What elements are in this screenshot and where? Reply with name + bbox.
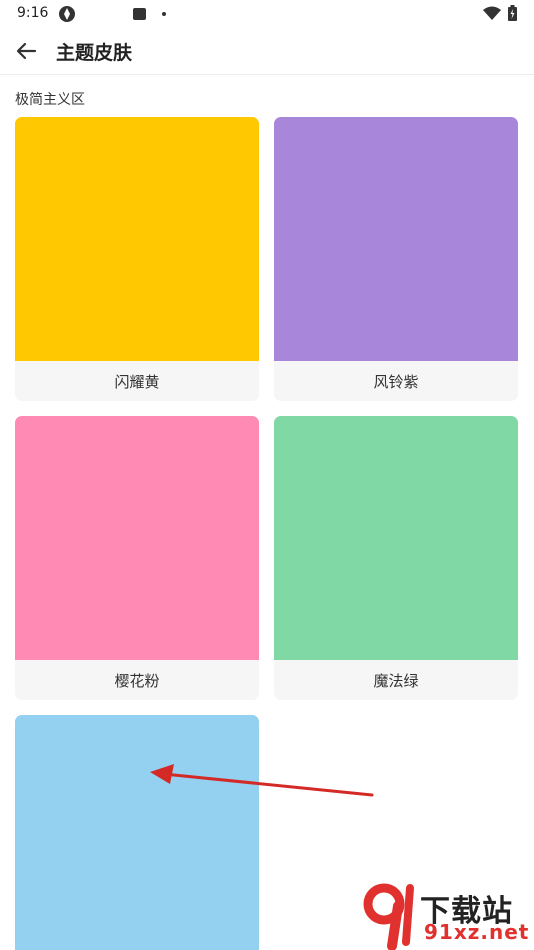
watermark-91-icon <box>363 883 414 950</box>
notification-icon <box>133 8 146 20</box>
watermark-logo: 下载站 91xz.net <box>362 880 534 950</box>
wifi-icon <box>483 6 501 20</box>
theme-card-purple[interactable]: 风铃紫 <box>274 117 518 401</box>
watermark-url: 91xz.net <box>424 920 530 944</box>
page-title: 主题皮肤 <box>56 42 133 64</box>
theme-card-blue[interactable] <box>15 715 259 950</box>
theme-card-pink[interactable]: 樱花粉 <box>15 416 259 700</box>
section-title: 极简主义区 <box>15 92 85 108</box>
theme-label: 樱花粉 <box>114 671 160 690</box>
app-bar: 主题皮肤 <box>0 28 534 75</box>
theme-swatch-pink <box>15 416 259 660</box>
theme-card-green[interactable]: 魔法绿 <box>274 416 518 700</box>
theme-card-yellow[interactable]: 闪耀黄 <box>15 117 259 401</box>
sync-icon <box>59 6 75 22</box>
theme-swatch-green <box>274 416 518 660</box>
theme-label: 风铃紫 <box>373 372 419 391</box>
back-arrow-icon[interactable] <box>15 40 37 62</box>
theme-label: 魔法绿 <box>373 671 419 690</box>
status-time: 9:16 <box>17 5 49 21</box>
notification-dot-icon <box>162 12 166 16</box>
status-bar: 9:16 <box>0 0 534 28</box>
theme-label: 闪耀黄 <box>114 372 160 391</box>
battery-icon <box>508 5 517 21</box>
theme-swatch-yellow <box>15 117 259 361</box>
theme-swatch-purple <box>274 117 518 361</box>
theme-swatch-blue <box>15 715 259 950</box>
